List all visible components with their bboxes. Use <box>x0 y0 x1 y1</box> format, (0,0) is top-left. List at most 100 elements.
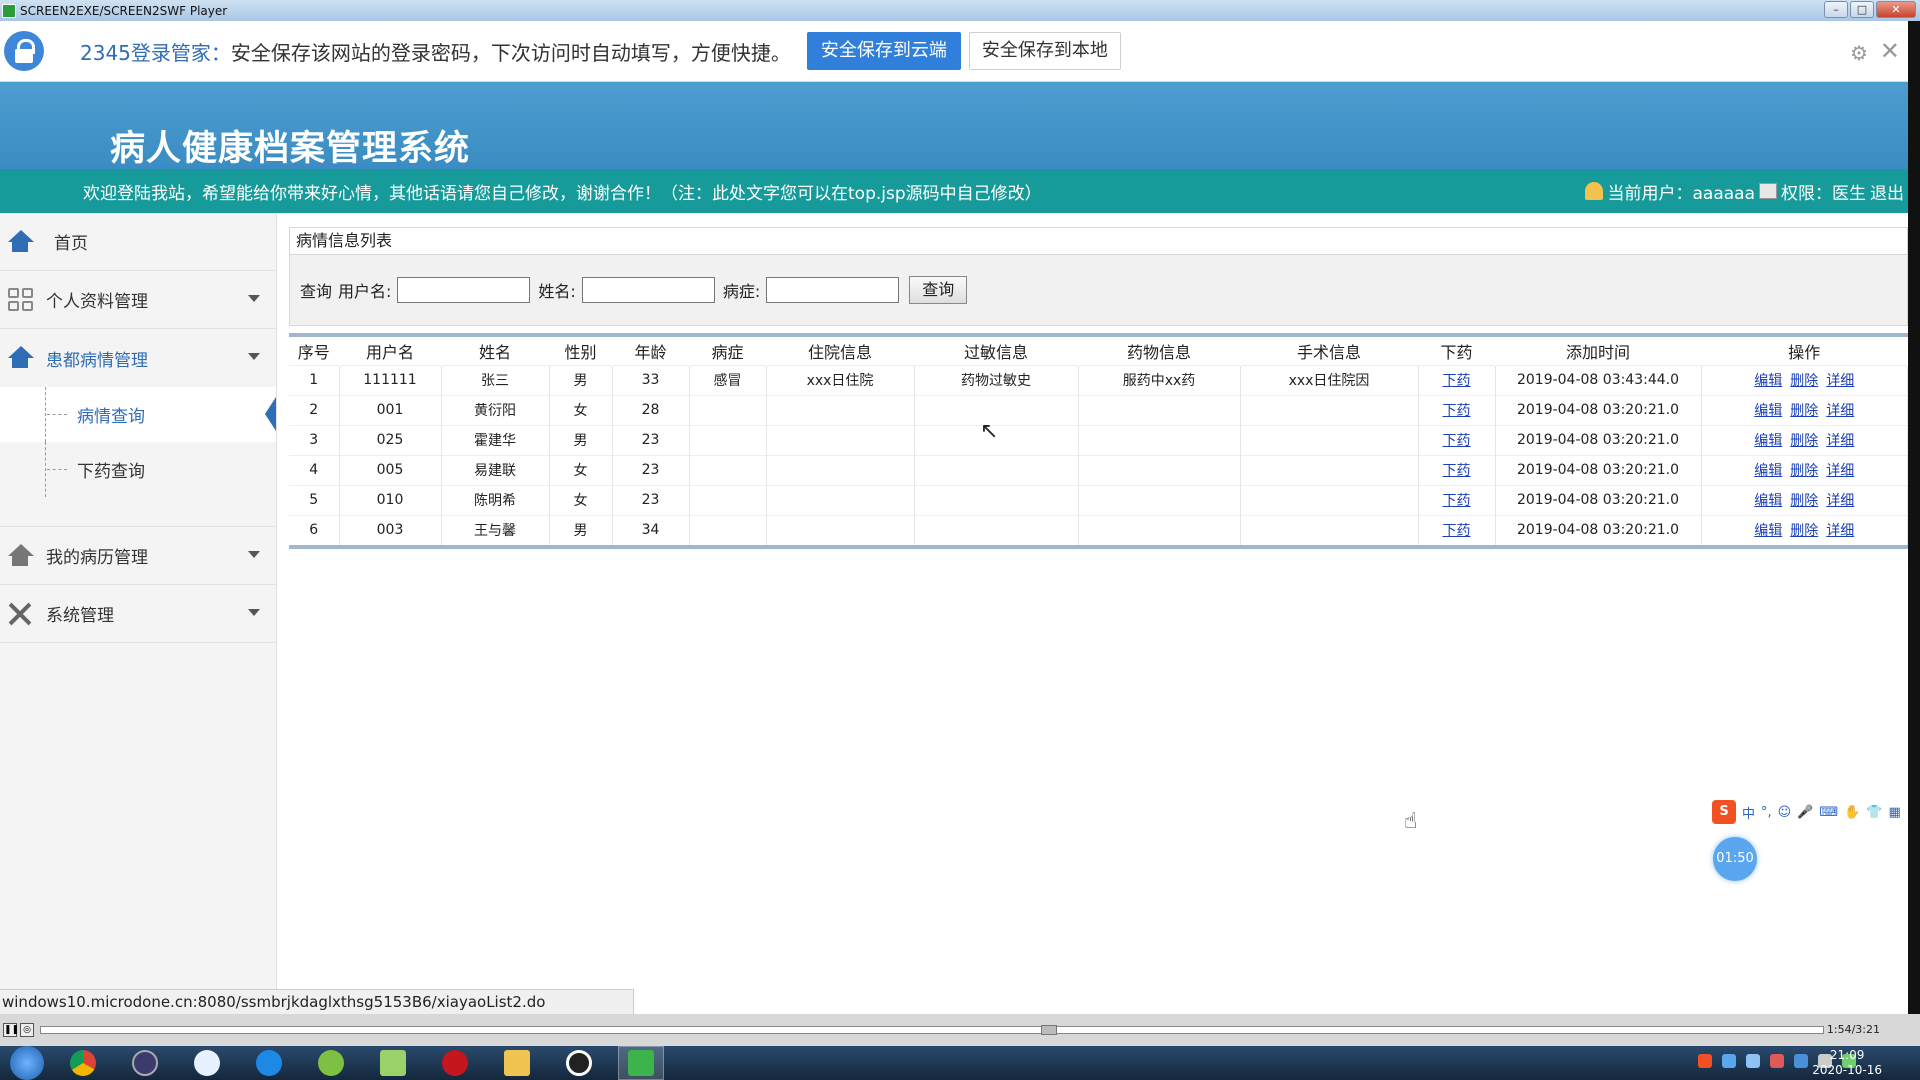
delete-link[interactable]: 删除 <box>1790 403 1818 419</box>
username-input[interactable] <box>397 277 531 303</box>
cell-allergy <box>914 454 1079 485</box>
gear-icon[interactable]: ⚙ <box>1850 41 1868 65</box>
cell-drug <box>1078 484 1241 515</box>
sidebar-subitem-condition-query[interactable]: 病情查询 <box>0 387 276 442</box>
disease-input[interactable] <box>766 277 900 303</box>
edit-link[interactable]: 编辑 <box>1754 493 1782 509</box>
cell-hospital <box>766 484 915 515</box>
file-explorer-icon[interactable] <box>494 1046 540 1080</box>
detail-link[interactable]: 详细 <box>1826 523 1854 539</box>
stop-icon[interactable]: ◎ <box>20 1023 34 1037</box>
cell-name: 王与馨 <box>441 514 550 545</box>
browser-viewport: 2345登录管家： 安全保存该网站的登录密码，下次访问时自动填写，方便快捷。 安… <box>0 21 1908 1014</box>
home-icon <box>6 346 34 370</box>
sidebar-item-home[interactable]: 首页 <box>0 213 276 271</box>
tray-app-icon[interactable] <box>1770 1054 1784 1068</box>
detail-link[interactable]: 详细 <box>1826 463 1854 479</box>
detail-link[interactable]: 详细 <box>1826 493 1854 509</box>
sidebar-item-personal[interactable]: 个人资料管理 <box>0 271 276 329</box>
query-button[interactable]: 查询 <box>909 276 968 304</box>
edit-link[interactable]: 编辑 <box>1754 463 1782 479</box>
pause-icon[interactable]: ❚❚ <box>3 1023 19 1037</box>
edit-link[interactable]: 编辑 <box>1754 403 1782 419</box>
delete-link[interactable]: 删除 <box>1790 373 1818 389</box>
cell-age: 33 <box>612 364 690 395</box>
column-header: 手术信息 <box>1240 337 1418 365</box>
ime-voice-icon[interactable]: 🎤 <box>1797 805 1813 820</box>
ime-keyboard-icon[interactable]: ⌨ <box>1819 805 1838 820</box>
qq-icon[interactable] <box>556 1046 602 1080</box>
playback-slider-thumb[interactable] <box>1041 1025 1057 1035</box>
maximize-button[interactable]: □ <box>1850 1 1874 18</box>
cell-name: 陈明希 <box>441 484 550 515</box>
cell-hospital <box>766 424 915 455</box>
close-window-button[interactable]: ✕ <box>1876 1 1916 18</box>
baidu-netdisk-icon[interactable] <box>184 1046 230 1080</box>
detail-link[interactable]: 详细 <box>1826 403 1854 419</box>
close-icon[interactable]: ✕ <box>1880 37 1900 65</box>
ime-handwriting-icon[interactable]: ✋ <box>1844 805 1860 820</box>
tray-app-icon[interactable] <box>1722 1054 1736 1068</box>
window-title: SCREEN2EXE/SCREEN2SWF Player <box>20 3 228 18</box>
chrome-icon[interactable] <box>60 1046 106 1080</box>
edit-link[interactable]: 编辑 <box>1754 433 1782 449</box>
start-button[interactable] <box>10 1046 44 1080</box>
delete-link[interactable]: 删除 <box>1790 523 1818 539</box>
name-input[interactable] <box>581 277 715 303</box>
welcome-text: 欢迎登陆我站，希望能给你带来好心情，其他话语请您自己修改，谢谢合作！（注：此处文… <box>83 183 1042 204</box>
browser-icon[interactable] <box>246 1046 292 1080</box>
main-area: 首页 个人资料管理 患都病情管理 病情查询 下药查询 我的病历管理 系统管理 病… <box>0 213 1908 1014</box>
sogou-ime-icon[interactable]: S <box>1712 800 1736 824</box>
cell-surgery <box>1240 394 1419 425</box>
delete-link[interactable]: 删除 <box>1790 493 1818 509</box>
cell-time: 2019-04-08 03:20:21.0 <box>1495 424 1702 455</box>
save-to-local-button[interactable]: 安全保存到本地 <box>968 32 1121 70</box>
ime-skin-icon[interactable]: 👕 <box>1866 805 1882 820</box>
ime-toolbox-icon[interactable]: ▦ <box>1889 805 1901 820</box>
screen-player-icon[interactable] <box>618 1046 664 1080</box>
prescribe-link[interactable]: 下药 <box>1443 433 1471 449</box>
sidebar-subitem-prescription-query[interactable]: 下药查询 <box>0 442 276 497</box>
ime-chinese-mode[interactable]: 中 <box>1742 803 1755 822</box>
detail-link[interactable]: 详细 <box>1826 373 1854 389</box>
shield-icon[interactable] <box>1794 1054 1808 1068</box>
sogou-tray-icon[interactable] <box>1698 1054 1712 1068</box>
eclipse-icon[interactable] <box>122 1046 168 1080</box>
minimize-button[interactable]: – <box>1824 1 1848 18</box>
logout-link[interactable]: 退出 <box>1870 179 1904 204</box>
sidebar-item-records[interactable]: 我的病历管理 <box>0 527 276 585</box>
column-header: 病症 <box>689 337 766 365</box>
cell-no: 5 <box>289 484 340 515</box>
sidebar-item-patient-management[interactable]: 患都病情管理 <box>0 329 276 387</box>
sidebar-item-system[interactable]: 系统管理 <box>0 585 276 643</box>
column-header: 过敏信息 <box>914 337 1078 365</box>
flash-icon[interactable] <box>432 1046 478 1080</box>
detail-link[interactable]: 详细 <box>1826 433 1854 449</box>
prescribe-link[interactable]: 下药 <box>1443 523 1471 539</box>
edit-link[interactable]: 编辑 <box>1754 523 1782 539</box>
column-header: 下药 <box>1418 337 1495 365</box>
taskbar: 21:09 2020-10-16 <box>0 1046 1920 1080</box>
delete-link[interactable]: 删除 <box>1790 463 1818 479</box>
taskbar-clock[interactable]: 21:09 2020-10-16 <box>1812 1048 1882 1078</box>
cell-name: 易建联 <box>441 454 550 485</box>
prescribe-link[interactable]: 下药 <box>1443 373 1471 389</box>
prescribe-link[interactable]: 下药 <box>1443 463 1471 479</box>
disease-label: 病症: <box>722 282 761 301</box>
delete-link[interactable]: 删除 <box>1790 433 1818 449</box>
prescribe-link[interactable]: 下药 <box>1443 493 1471 509</box>
player-app-icon <box>2 3 16 18</box>
ime-emoji-icon[interactable]: ☺ <box>1778 805 1792 820</box>
cell-hospital <box>766 394 915 425</box>
leaf-app-icon[interactable] <box>308 1046 354 1080</box>
playback-progress[interactable] <box>40 1025 1824 1035</box>
ime-punctuation-icon[interactable]: °, <box>1761 805 1772 820</box>
save-to-cloud-button[interactable]: 安全保存到云端 <box>806 32 961 70</box>
sidebar: 首页 个人资料管理 患都病情管理 病情查询 下药查询 我的病历管理 系统管理 <box>0 213 277 1014</box>
home-icon <box>6 543 34 568</box>
column-header: 序号 <box>289 337 339 365</box>
prescribe-link[interactable]: 下药 <box>1443 403 1471 419</box>
notepad-icon[interactable] <box>370 1046 416 1080</box>
edit-link[interactable]: 编辑 <box>1754 373 1782 389</box>
tray-app-icon[interactable] <box>1746 1054 1760 1068</box>
